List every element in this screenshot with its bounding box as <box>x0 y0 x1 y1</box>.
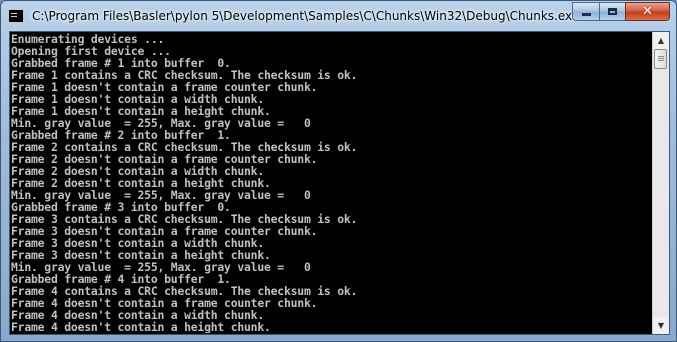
scroll-down-button[interactable]: ▼ <box>653 317 669 334</box>
maximize-button[interactable] <box>599 2 625 21</box>
minimize-button[interactable] <box>572 2 599 21</box>
scroll-thumb[interactable] <box>654 49 667 69</box>
console-app-icon[interactable] <box>8 9 24 23</box>
scroll-up-icon: ▲ <box>657 36 665 45</box>
maximize-icon <box>608 8 617 15</box>
vertical-scrollbar[interactable]: ▲ ▼ <box>652 32 669 334</box>
scroll-up-button[interactable]: ▲ <box>653 32 669 49</box>
title-bar[interactable]: C:\Program Files\Basler\pylon 5\Developm… <box>1 1 676 31</box>
caption-buttons: ✕ <box>572 2 670 21</box>
console-client-area: Enumerating devices ... Opening first dev… <box>9 31 670 335</box>
console-window: C:\Program Files\Basler\pylon 5\Developm… <box>0 0 677 342</box>
scroll-down-icon: ▼ <box>657 321 665 330</box>
console-output[interactable]: Enumerating devices ... Opening first dev… <box>11 33 652 333</box>
minimize-icon <box>581 13 591 16</box>
close-icon: ✕ <box>642 4 653 19</box>
close-button[interactable]: ✕ <box>625 2 670 21</box>
console-line: Frame 4 doesn't contain a height chunk. <box>11 320 271 333</box>
window-title: C:\Program Files\Basler\pylon 5\Developm… <box>32 9 580 23</box>
